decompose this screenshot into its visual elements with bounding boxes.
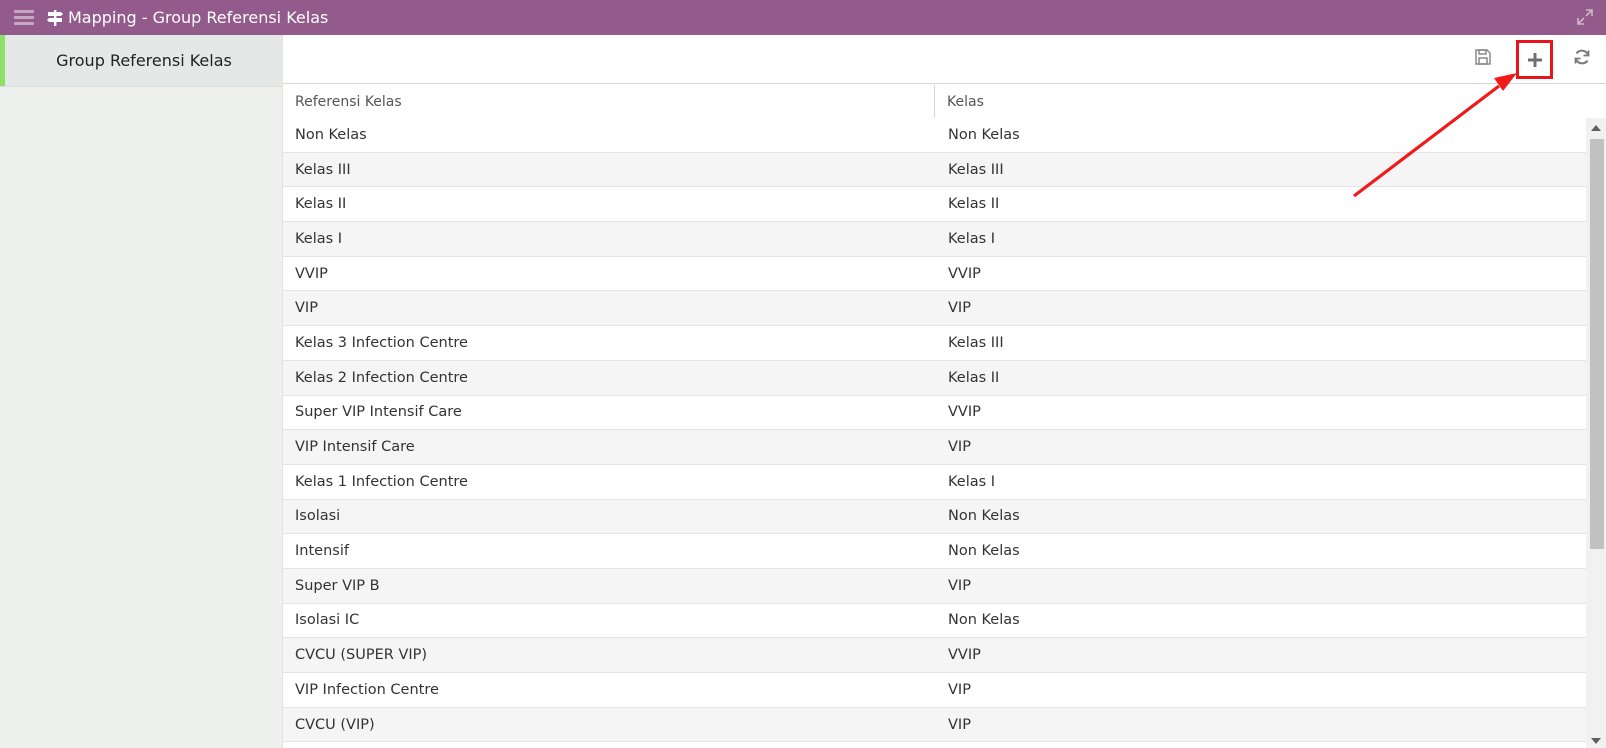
cell-referensi-kelas: Kelas 3 Infection Centre	[295, 334, 468, 351]
cell-referensi-kelas: Kelas 2 Infection Centre	[295, 369, 468, 386]
cell-referensi-kelas: Isolasi IC	[295, 612, 360, 629]
scrollbar-thumb[interactable]	[1590, 139, 1604, 549]
cell-kelas: Kelas III	[948, 334, 1004, 351]
refresh-icon	[1574, 49, 1590, 65]
plus-icon	[1527, 52, 1542, 67]
save-icon	[1475, 49, 1491, 65]
cell-kelas: VIP	[948, 681, 971, 698]
column-header-kelas[interactable]: Kelas	[935, 85, 1606, 118]
window-titlebar: Mapping - Group Referensi Kelas	[0, 0, 1606, 35]
cell-kelas: VIP	[948, 300, 971, 317]
table-row[interactable]: Isolasi Non Kelas	[283, 499, 1586, 535]
cell-referensi-kelas: Super VIP B	[295, 577, 380, 594]
window-title: Mapping - Group Referensi Kelas	[68, 8, 329, 27]
cell-referensi-kelas: CVCU (VIP)	[295, 716, 375, 733]
toolbar	[283, 35, 1606, 84]
cell-referensi-kelas: VIP	[295, 300, 318, 317]
cell-referensi-kelas: Kelas II	[295, 196, 347, 213]
cell-kelas: VIP	[948, 716, 971, 733]
table-row[interactable]: Kelas 3 Infection Centre Kelas III	[283, 326, 1586, 361]
grid-rows: Non Kelas Non Kelas Kelas III Kelas III Kela…	[283, 118, 1586, 748]
cell-kelas: VVIP	[948, 404, 981, 421]
cell-kelas: Non Kelas	[948, 508, 1020, 525]
sidebar: Group Referensi Kelas	[0, 35, 283, 748]
cell-referensi-kelas: Kelas 1 Infection Centre	[295, 473, 468, 490]
cell-kelas: Kelas III	[948, 161, 1004, 178]
cell-referensi-kelas: Kelas I	[295, 230, 343, 247]
data-grid: Referensi Kelas Kelas Non Kelas Non Kelas…	[283, 85, 1606, 748]
cell-kelas: VIP	[948, 577, 971, 594]
expand-icon[interactable]	[1576, 8, 1594, 26]
refresh-button[interactable]	[1564, 39, 1600, 75]
signpost-icon	[46, 0, 64, 35]
cell-kelas: Non Kelas	[948, 126, 1020, 143]
cell-kelas: Kelas II	[948, 196, 1000, 213]
table-row[interactable]: VIP Infection Centre VIP	[283, 673, 1586, 708]
table-row[interactable]: CVCU (VIP) VIP	[283, 707, 1586, 743]
save-button[interactable]	[1465, 39, 1501, 75]
table-row[interactable]	[283, 742, 1586, 748]
table-row[interactable]: Kelas 1 Infection Centre Kelas I	[283, 465, 1586, 500]
cell-kelas: Kelas I	[948, 230, 996, 247]
sidebar-item-group-referensi-kelas[interactable]: Group Referensi Kelas	[0, 35, 282, 87]
table-row[interactable]: Isolasi IC Non Kelas	[283, 604, 1586, 639]
grid-header: Referensi Kelas Kelas	[283, 85, 1606, 118]
scroll-down-icon[interactable]	[1591, 738, 1601, 744]
table-row[interactable]: Kelas III Kelas III	[283, 152, 1586, 188]
table-row[interactable]: Kelas I Kelas I	[283, 222, 1586, 257]
scroll-up-icon[interactable]	[1591, 125, 1601, 131]
sidebar-item-label: Group Referensi Kelas	[56, 51, 232, 70]
cell-referensi-kelas: Non Kelas	[295, 126, 367, 143]
add-button[interactable]	[1516, 40, 1553, 79]
cell-kelas: Non Kelas	[948, 543, 1020, 560]
cell-kelas: Kelas II	[948, 369, 1000, 386]
cell-referensi-kelas: VIP Infection Centre	[295, 681, 439, 698]
table-row[interactable]: VVIP VVIP	[283, 257, 1586, 292]
table-row[interactable]: Non Kelas Non Kelas	[283, 118, 1586, 153]
cell-kelas: VVIP	[948, 265, 981, 282]
table-row[interactable]: VIP Intensif Care VIP	[283, 430, 1586, 465]
cell-kelas: VVIP	[948, 647, 981, 664]
cell-referensi-kelas: VIP Intensif Care	[295, 439, 415, 456]
cell-referensi-kelas: Intensif	[295, 543, 349, 560]
vertical-scrollbar[interactable]	[1586, 118, 1606, 748]
cell-kelas: Non Kelas	[948, 612, 1020, 629]
table-row[interactable]: Kelas II Kelas II	[283, 187, 1586, 223]
table-row[interactable]: Super VIP B VIP	[283, 568, 1586, 604]
table-row[interactable]: VIP VIP	[283, 291, 1586, 327]
cell-referensi-kelas: CVCU (SUPER VIP)	[295, 647, 428, 664]
table-row[interactable]: Kelas 2 Infection Centre Kelas II	[283, 360, 1586, 396]
cell-referensi-kelas: Super VIP Intensif Care	[295, 404, 462, 421]
hamburger-menu-icon[interactable]	[14, 0, 34, 35]
cell-kelas: VIP	[948, 439, 971, 456]
table-row[interactable]: Super VIP Intensif Care VVIP	[283, 396, 1586, 431]
cell-referensi-kelas: VVIP	[295, 265, 328, 282]
cell-referensi-kelas: Isolasi	[295, 508, 341, 525]
table-row[interactable]: Intensif Non Kelas	[283, 534, 1586, 569]
column-header-referensi-kelas[interactable]: Referensi Kelas	[283, 85, 935, 118]
table-row[interactable]: CVCU (SUPER VIP) VVIP	[283, 638, 1586, 673]
cell-kelas: Kelas I	[948, 473, 996, 490]
cell-referensi-kelas: Kelas III	[295, 161, 351, 178]
